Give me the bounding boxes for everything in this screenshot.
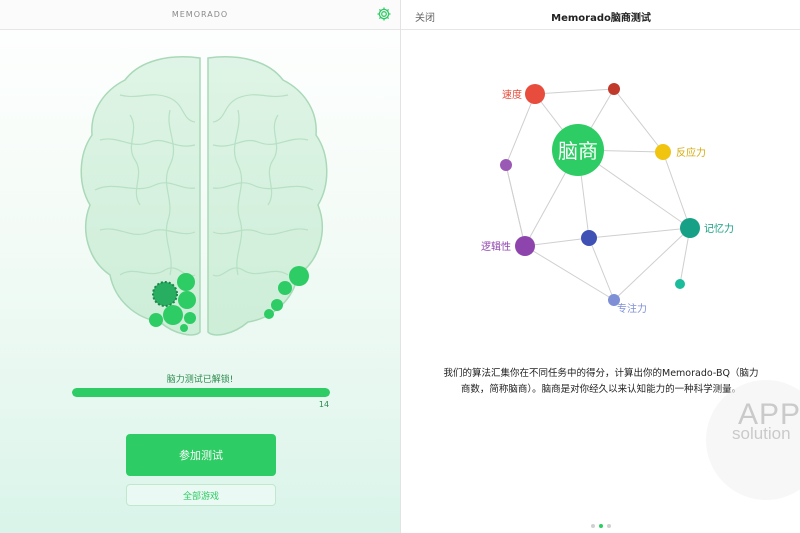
description-text: 我们的算法汇集你在不同任务中的得分，计算出你的Memorado-BQ（脑力商数，…: [443, 368, 759, 395]
page-dot[interactable]: [607, 524, 611, 528]
speed-node: [525, 84, 545, 104]
modal-title: Memorado脑商测试: [551, 13, 651, 24]
app-title: MEMORADO: [171, 10, 229, 19]
memory-label: 记忆力: [704, 222, 734, 235]
reaction-label: 反应力: [676, 146, 706, 159]
home-topbar: MEMORADO: [0, 0, 400, 30]
speed-label: 速度: [502, 88, 522, 101]
page-dot[interactable]: [591, 524, 595, 528]
small-teal-node: [675, 279, 685, 289]
page-indicator: [401, 513, 800, 532]
all-games-button[interactable]: 全部游戏: [126, 484, 276, 506]
memory-node: [680, 218, 700, 238]
unlock-message: 脑力测试已解锁!: [166, 375, 234, 385]
logic-node: [515, 236, 535, 256]
settings-button[interactable]: [376, 6, 392, 22]
modal-topbar: 关闭 Memorado脑商测试: [401, 0, 800, 30]
progress-bar: [72, 388, 330, 397]
brain-quotient-label: 脑商: [558, 139, 598, 163]
logic-label: 逻辑性: [481, 240, 511, 253]
navy-node: [581, 230, 597, 246]
network-edges: [505, 88, 691, 301]
right-hemisphere: [207, 56, 328, 336]
join-test-button[interactable]: 参加测试: [126, 434, 276, 476]
small-red-node: [608, 83, 620, 95]
gear-icon: [377, 7, 391, 21]
page-dot-active[interactable]: [599, 524, 603, 528]
small-purple-node: [500, 159, 512, 171]
reaction-node: [655, 144, 671, 160]
progress-count: 14: [318, 400, 330, 409]
watermark-solution: solution: [732, 424, 791, 443]
progress-fill: [72, 388, 330, 397]
home-panel: MEMORADO 脑力测试已解锁! 14 参加测试 全部游戏: [0, 0, 400, 533]
network-nodes: [500, 83, 700, 306]
brain-illustration: [80, 56, 328, 336]
skill-network-diagram: 脑商 速度 反应力 记忆力 逻辑性 专注力: [481, 83, 734, 315]
focus-label: 专注力: [617, 302, 647, 315]
